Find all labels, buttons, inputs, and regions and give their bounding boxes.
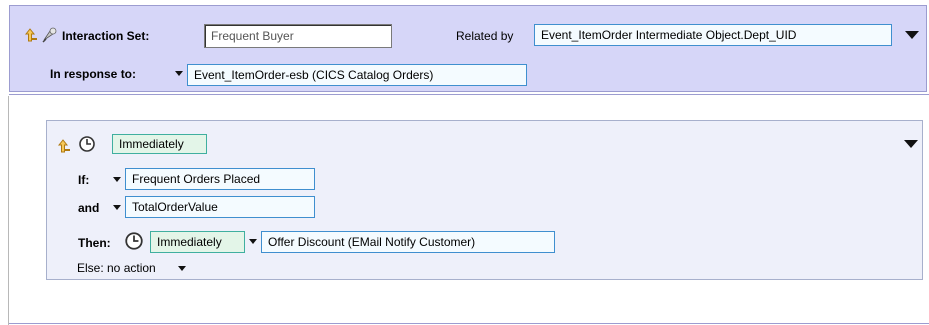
if-condition-field[interactable]: Frequent Orders Placed: [125, 168, 315, 190]
in-response-event-field[interactable]: Event_ItemOrder-esb (CICS Catalog Orders…: [187, 64, 527, 86]
promote-arrow-icon[interactable]: [56, 138, 72, 154]
clock-icon: [125, 232, 143, 250]
panel-menu-dropdown-icon[interactable]: [905, 31, 919, 39]
then-timing-field[interactable]: Immediately: [150, 231, 245, 253]
and-label: and: [78, 201, 100, 215]
else-text: Else: no action: [77, 261, 156, 275]
then-action-field[interactable]: Offer Discount (EMail Notify Customer): [261, 231, 555, 253]
left-border: [8, 96, 9, 325]
related-by-label: Related by: [456, 29, 514, 43]
in-response-label: In response to:: [50, 67, 137, 81]
interaction-set-icon: [42, 27, 57, 43]
related-by-field[interactable]: Event_ItemOrder Intermediate Object.Dept…: [534, 24, 892, 46]
clock-icon: [79, 136, 95, 152]
promote-arrow-icon[interactable]: [23, 27, 39, 43]
then-dropdown-icon[interactable]: [249, 239, 257, 244]
rule-timing-field[interactable]: Immediately: [112, 134, 207, 154]
interaction-set-label: Interaction Set:: [62, 29, 150, 43]
then-label: Then:: [78, 236, 111, 250]
in-response-dropdown-icon[interactable]: [175, 71, 183, 76]
panel-divider: [9, 94, 929, 95]
and-dropdown-icon[interactable]: [113, 205, 121, 210]
and-condition-field[interactable]: TotalOrderValue: [125, 196, 315, 218]
bottom-divider: [9, 323, 929, 324]
if-label: If:: [78, 173, 90, 187]
interaction-set-name-input[interactable]: Frequent Buyer: [204, 24, 392, 48]
else-dropdown-icon[interactable]: [178, 266, 186, 271]
rule-menu-dropdown-icon[interactable]: [904, 140, 918, 148]
if-dropdown-icon[interactable]: [113, 177, 121, 182]
